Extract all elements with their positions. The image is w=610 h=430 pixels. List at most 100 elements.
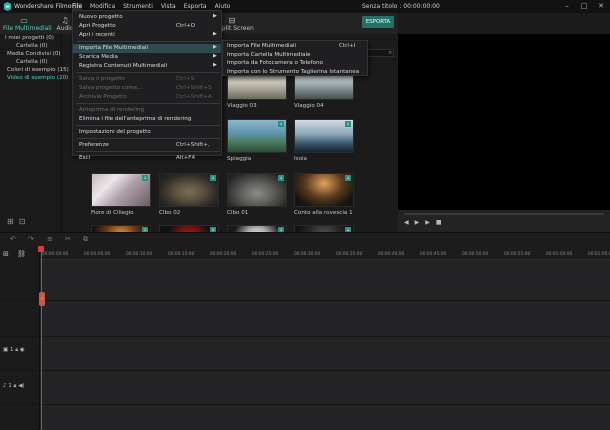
menu-file[interactable]: File (72, 3, 83, 10)
link-icon[interactable]: ⛓ (17, 250, 26, 258)
menu-item-label: Nuovo progetto (79, 14, 123, 20)
file-menu-item[interactable]: Salva il progetto Ctrl+S (73, 75, 221, 84)
media-name: Fiore di Ciliegio (91, 210, 134, 216)
folder-shared-media[interactable]: Media Condivisi (0) (7, 51, 61, 57)
file-menu-item[interactable]: Registra Contenuti Multimediali ▶ (73, 62, 221, 71)
submenu-arrow-icon: ▶ (213, 44, 217, 50)
menu-item-shortcut: Ctrl+O (176, 23, 196, 29)
file-menu-item[interactable]: Salva progetto come... Ctrl+Shift+S (73, 84, 221, 93)
folder-cartella[interactable]: Cartella (0) (16, 43, 48, 49)
audio-track-icon: ♪ (3, 383, 7, 389)
tab-split-screen[interactable]: ⊟ Split Screen (218, 16, 254, 32)
menu-item-shortcut: Ctrl+S (176, 76, 195, 82)
eye-icon[interactable]: ◉ (20, 347, 25, 353)
search-icon: ⌕ (388, 49, 392, 56)
file-menu-item[interactable]: Esci Alt+F4 (73, 154, 221, 163)
folder-sample-videos[interactable]: Video di esempio (20) (7, 75, 68, 81)
track-divider (0, 404, 610, 405)
file-menu-item[interactable]: Importa File Multimediali ▶ (73, 44, 221, 53)
menu-item-label: Importa File Multimediali (79, 45, 149, 51)
preview-scrubber[interactable] (404, 213, 604, 215)
undo-icon[interactable]: ↶ (10, 235, 16, 243)
app-name: Wondershare Filmora (14, 3, 78, 10)
menu-item-shortcut: Ctrl+Shift+, (176, 142, 210, 148)
document-title: Senza titolo : 00:00:00:00 (362, 3, 440, 10)
rewind-icon[interactable]: ◀ (404, 219, 409, 226)
playback-controls: ◀ ▶ ▶ ■ (404, 219, 442, 226)
video-track-number: 1 (9, 347, 14, 353)
media-item[interactable]: ↓ Cibo 01 (227, 173, 287, 216)
menu-strumenti[interactable]: Strumenti (123, 3, 153, 10)
audio-track-header: ♪ 1 🔒︎ ◀) (3, 383, 25, 390)
playhead[interactable] (41, 246, 42, 430)
folder-my-projects[interactable]: I miei progetti (0) (5, 35, 54, 41)
media-item[interactable]: ↓ Fiore di Ciliegio (91, 173, 151, 216)
file-menu-item[interactable]: Scarica Media ▶ (73, 53, 221, 62)
lock-icon[interactable]: 🔒︎ (15, 347, 18, 353)
collapse-handle-icon[interactable]: ‹ (39, 292, 45, 306)
menu-item-label: Elimina i file dell'anteprima di renderi… (79, 116, 192, 122)
menu-modifica[interactable]: Modifica (90, 3, 115, 10)
import-submenu: Importa File Multimediali Ctrl+I Importa C… (222, 40, 368, 76)
ruler-tick-label: 00:00:35:00 (336, 252, 363, 257)
menu-esporta[interactable]: Esporta (184, 3, 207, 10)
delete-icon[interactable]: ≡ (47, 235, 53, 243)
lock-icon[interactable]: 🔒︎ (14, 383, 17, 389)
menu-item-label: Archivia Progetto (79, 94, 127, 100)
media-item[interactable]: ↓ Isola (294, 119, 354, 162)
folder-sample-colors[interactable]: Colori di esempio (15) (7, 67, 69, 73)
menu-item-label: Salva progetto come... (79, 85, 143, 91)
media-thumbnail: ↓ (159, 173, 219, 207)
media-name: Conto alla rovescia 1 (294, 210, 353, 216)
track-divider (0, 336, 610, 337)
tab-file-multimediali[interactable]: ▭ File Multimediali (3, 16, 52, 32)
submenu-arrow-icon: ▶ (213, 13, 217, 19)
file-menu-item[interactable]: Nuovo progetto ▶ (73, 13, 221, 22)
menu-aiuto[interactable]: Aiuto (215, 3, 231, 10)
cut-icon[interactable]: ✂ (65, 235, 71, 243)
download-badge-icon: ↓ (278, 121, 284, 127)
file-menu-item[interactable]: Anteprima di rendering (73, 106, 221, 115)
media-thumbnail: ↓ (294, 173, 354, 207)
folder-cartella-shared[interactable]: Cartella (0) (16, 59, 48, 65)
media-item[interactable]: ↓ Conto alla rovescia 1 (294, 173, 354, 216)
ruler-tick-label: 00:00:30:00 (294, 252, 321, 257)
preview-controls: ◀ ▶ ▶ ■ (398, 210, 610, 232)
file-menu-item[interactable]: Elimina i file dell'anteprima di renderi… (73, 115, 221, 124)
menu-item-label: Salva il progetto (79, 76, 125, 82)
timeline-toolbar: ↶ ↷ ≡ ✂ ⧉ (0, 232, 610, 246)
new-folder-icon[interactable]: ⊞ (7, 217, 14, 226)
file-menu-item[interactable]: Archivia Progetto Ctrl+Shift+A (73, 93, 221, 102)
timeline-ruler[interactable]: 00:00:00:00 00:00:05:00 00:00:10:00 00:00:1… (40, 246, 610, 260)
add-track-icon[interactable]: ⊞ (3, 250, 9, 258)
menu-bar: File Modifica Strumenti Vista Esporta Ai… (72, 3, 238, 10)
redo-icon[interactable]: ↷ (28, 235, 34, 243)
download-badge-icon: ↓ (345, 121, 351, 127)
media-thumbnail: ↓ (227, 119, 287, 153)
menu-item-label: Apri i recenti (79, 32, 115, 38)
file-menu-item[interactable]: Apri Progetto Ctrl+O (73, 22, 221, 31)
minimize-icon[interactable]: – (561, 2, 573, 11)
adjust-icon[interactable]: ⧉ (83, 235, 88, 244)
ruler-tick-label: 00:00:10:00 (126, 252, 153, 257)
tab-label: Audio (56, 25, 74, 32)
forward-icon[interactable]: ▶ (425, 219, 430, 226)
import-submenu-item[interactable]: Importa con lo Strumento Taglierina Ista… (223, 68, 367, 77)
speaker-icon[interactable]: ◀) (18, 383, 24, 389)
export-button[interactable]: ESPORTA (362, 16, 394, 28)
play-icon[interactable]: ▶ (415, 219, 420, 226)
file-menu-item[interactable]: Impostazioni del progetto (73, 128, 221, 137)
media-item[interactable]: ↓ Cibo 02 (159, 173, 219, 216)
file-menu-item[interactable]: Preferenze Ctrl+Shift+, (73, 141, 221, 150)
folder-outline-icon[interactable]: ⊡ (19, 217, 26, 226)
maximize-icon[interactable]: □ (578, 2, 590, 11)
playhead-handle[interactable] (38, 246, 44, 252)
stop-icon[interactable]: ■ (436, 219, 442, 226)
menu-vista[interactable]: Vista (161, 3, 176, 10)
media-item[interactable]: ↓ Spiaggia (227, 119, 287, 162)
close-icon[interactable]: ✕ (595, 2, 607, 11)
file-menu-item[interactable]: Apri i recenti ▶ (73, 31, 221, 40)
track-divider (0, 370, 610, 371)
menu-separator (76, 72, 220, 73)
preview-panel: ◀ ▶ ▶ ■ (398, 13, 610, 232)
